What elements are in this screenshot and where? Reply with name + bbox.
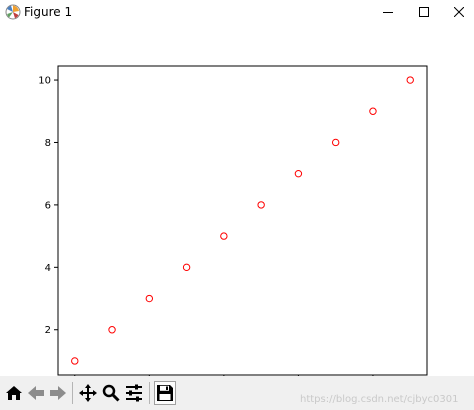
move-icon <box>79 384 97 402</box>
close-icon <box>454 7 464 17</box>
y-tick-label: 8 <box>45 138 51 149</box>
close-button[interactable] <box>441 0 474 24</box>
subplots-button[interactable] <box>123 381 145 405</box>
forward-button[interactable] <box>47 381 69 405</box>
sliders-icon <box>126 384 142 402</box>
scatter-plot: 02468 246810 <box>38 65 428 376</box>
toolbar-separator <box>72 382 73 404</box>
y-tick-label: 4 <box>45 263 51 274</box>
window-title: Figure 1 <box>24 5 73 19</box>
save-button[interactable] <box>154 381 176 405</box>
home-button[interactable] <box>3 381 25 405</box>
magnifier-icon <box>102 384 120 402</box>
toolbar-separator <box>149 382 150 404</box>
y-axis: 2 4 6 8 10 <box>38 76 58 336</box>
zoom-button[interactable] <box>100 381 122 405</box>
figure-canvas[interactable]: 02468 246810 <box>0 24 474 376</box>
y-tick-label: 10 <box>38 76 51 87</box>
maximize-button[interactable] <box>406 0 442 24</box>
y-tick-label: 2 <box>45 325 51 336</box>
pan-button[interactable] <box>77 381 99 405</box>
back-button[interactable] <box>25 381 47 405</box>
axes-frame <box>57 65 428 376</box>
watermark: https://blog.csdn.net/cjbyc0301 <box>300 394 459 405</box>
right-arrow-icon <box>50 386 66 400</box>
floppy-disk-icon <box>157 385 173 401</box>
y-tick-label: 6 <box>45 200 51 211</box>
minimize-icon <box>383 12 393 13</box>
window-titlebar: Figure 1 <box>0 0 474 24</box>
minimize-button[interactable] <box>370 0 406 24</box>
left-arrow-icon <box>28 386 44 400</box>
maximize-icon <box>419 7 429 17</box>
home-icon <box>6 386 22 400</box>
matplotlib-icon <box>5 4 21 20</box>
